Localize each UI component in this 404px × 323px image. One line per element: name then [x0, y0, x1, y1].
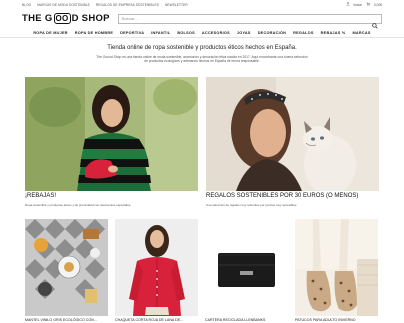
feature-desc-rebajas: Ropa sostenible y productos éticos y de …: [25, 203, 132, 207]
nav-regalos[interactable]: REGALOS: [293, 31, 314, 35]
product-title-mantel[interactable]: MANTEL VINILO GRIS ECOLÓGICO CON...: [25, 318, 97, 322]
search-input[interactable]: Buscar...: [122, 16, 372, 21]
top-link-regalos-empresa[interactable]: REGALOS DE EMPRESA SOSTENIBLES: [96, 3, 159, 7]
site-header: THE G OO D SHOP Buscar...: [0, 9, 404, 29]
nav-rebajas[interactable]: REBAJAS %: [321, 31, 346, 35]
site-logo[interactable]: THE G OO D SHOP: [22, 13, 110, 24]
nav-deportiva[interactable]: DEPORTIVA: [120, 31, 144, 35]
feature-desc-regalos: Una selección de regalos muy rebonitos p…: [206, 203, 298, 207]
top-links: BLOG MARCAS DE MODA SOSTENIBLE REGALOS D…: [22, 3, 188, 7]
top-link-blog[interactable]: BLOG: [22, 3, 31, 7]
search-icon[interactable]: [372, 16, 378, 29]
nav-marcas[interactable]: MARCAS: [353, 31, 371, 35]
nav-decoracion[interactable]: DECORACIÓN: [258, 31, 286, 35]
product-title-chaqueta[interactable]: CHAQUETA CORTA ROJA DE LANA DE...: [115, 318, 183, 322]
account-cart: Iniciar 0,00€: [345, 2, 382, 7]
patucos-image[interactable]: [295, 219, 378, 316]
page-tagline: Tienda online de ropa sostenible y produ…: [107, 45, 297, 51]
account-link[interactable]: Iniciar: [354, 3, 363, 7]
nav-infantil[interactable]: INFANTIL: [151, 31, 170, 35]
product-card-cartera[interactable]: CARTERA RECICLADA LLENBANKS: [205, 219, 288, 323]
nav-ropa-hombre[interactable]: ROPA DE HOMBRE: [75, 31, 113, 35]
cart-icon[interactable]: [366, 2, 370, 7]
logo-text-right: D SHOP: [71, 13, 110, 24]
user-icon[interactable]: [345, 2, 350, 7]
top-link-marcas[interactable]: MARCAS DE MODA SOSTENIBLE: [37, 3, 90, 7]
feature-title-regalos[interactable]: REGALOS SOSTENIBLES POR 30 EUROS (O MENO…: [206, 193, 358, 199]
logo-text-left: THE G: [22, 13, 53, 24]
product-title-patucos[interactable]: PATUCOS PARA ADULTO INVIERNO: [295, 318, 356, 322]
main-nav: ROPA DE MUJER ROPA DE HOMBRE DEPORTIVA I…: [0, 28, 404, 38]
product-card-chaqueta[interactable]: CHAQUETA CORTA ROJA DE LANA DE...: [115, 219, 198, 323]
cartera-image[interactable]: [205, 219, 288, 316]
nav-joyas[interactable]: JOYAS: [237, 31, 251, 35]
product-title-cartera[interactable]: CARTERA RECICLADA LLENBANKS: [205, 318, 265, 322]
feature-card-regalos[interactable]: REGALOS SOSTENIBLES POR 30 EUROS (O MENO…: [206, 77, 379, 212]
product-card-patucos[interactable]: PATUCOS PARA ADULTO INVIERNO: [295, 219, 378, 323]
rebajas-image[interactable]: [25, 77, 198, 191]
search-bar[interactable]: Buscar...: [117, 13, 382, 29]
chaqueta-image[interactable]: [115, 219, 198, 316]
top-link-newsletter[interactable]: NEWSLETTER: [165, 3, 188, 7]
regalos-image[interactable]: [206, 77, 379, 191]
page-intro: The Goood Shop es una tienda online de m…: [96, 55, 308, 64]
nav-ropa-mujer[interactable]: ROPA DE MUJER: [33, 31, 67, 35]
logo-text-oo: OO: [53, 13, 71, 24]
feature-card-rebajas[interactable]: ¡REBAJAS! Ropa sostenible y productos ét…: [25, 77, 198, 212]
cart-total[interactable]: 0,00€: [374, 3, 382, 7]
mantel-image[interactable]: [25, 219, 108, 316]
nav-accesorios[interactable]: ACCESORIOS: [202, 31, 230, 35]
top-bar: BLOG MARCAS DE MODA SOSTENIBLE REGALOS D…: [0, 0, 404, 9]
nav-bolsos[interactable]: BOLSOS: [177, 31, 195, 35]
feature-title-rebajas[interactable]: ¡REBAJAS!: [25, 193, 56, 199]
product-card-mantel[interactable]: MANTEL VINILO GRIS ECOLÓGICO CON...: [25, 219, 108, 323]
